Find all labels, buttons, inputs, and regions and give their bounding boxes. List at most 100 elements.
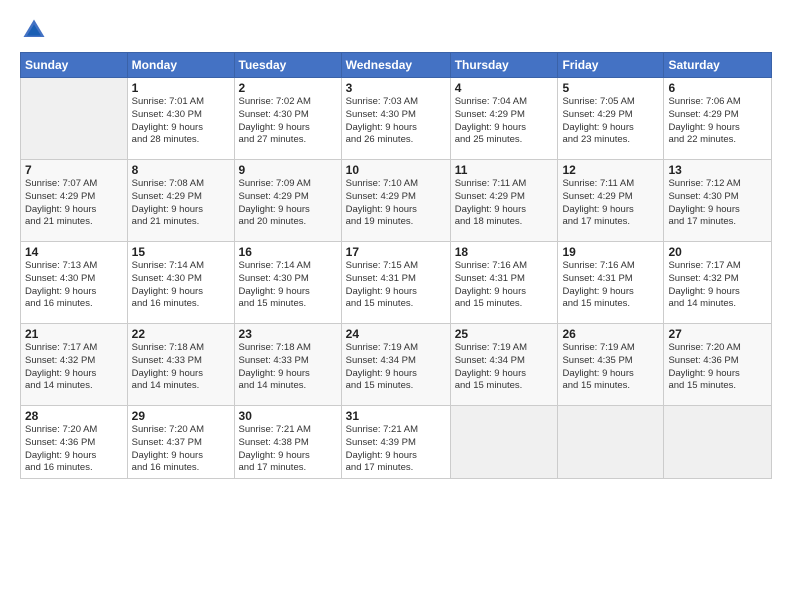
day-info: Sunrise: 7:14 AMSunset: 4:30 PMDaylight:… [132, 260, 230, 311]
weekday-header-monday: Monday [127, 53, 234, 78]
day-info: Sunrise: 7:08 AMSunset: 4:29 PMDaylight:… [132, 178, 230, 229]
day-number: 17 [346, 245, 446, 259]
day-number: 10 [346, 163, 446, 177]
day-number: 25 [455, 327, 554, 341]
header [20, 16, 772, 44]
day-number: 28 [25, 409, 123, 423]
day-number: 29 [132, 409, 230, 423]
calendar-cell: 25Sunrise: 7:19 AMSunset: 4:34 PMDayligh… [450, 324, 558, 406]
calendar-week-5: 28Sunrise: 7:20 AMSunset: 4:36 PMDayligh… [21, 406, 772, 479]
calendar-cell: 21Sunrise: 7:17 AMSunset: 4:32 PMDayligh… [21, 324, 128, 406]
day-number: 22 [132, 327, 230, 341]
day-info: Sunrise: 7:07 AMSunset: 4:29 PMDaylight:… [25, 178, 123, 229]
calendar-cell: 9Sunrise: 7:09 AMSunset: 4:29 PMDaylight… [234, 160, 341, 242]
day-info: Sunrise: 7:15 AMSunset: 4:31 PMDaylight:… [346, 260, 446, 311]
calendar-cell: 24Sunrise: 7:19 AMSunset: 4:34 PMDayligh… [341, 324, 450, 406]
day-info: Sunrise: 7:19 AMSunset: 4:34 PMDaylight:… [346, 342, 446, 393]
day-number: 1 [132, 81, 230, 95]
calendar-cell: 14Sunrise: 7:13 AMSunset: 4:30 PMDayligh… [21, 242, 128, 324]
day-number: 26 [562, 327, 659, 341]
calendar-cell: 15Sunrise: 7:14 AMSunset: 4:30 PMDayligh… [127, 242, 234, 324]
weekday-header-friday: Friday [558, 53, 664, 78]
day-number: 16 [239, 245, 337, 259]
day-number: 2 [239, 81, 337, 95]
day-info: Sunrise: 7:20 AMSunset: 4:36 PMDaylight:… [25, 424, 123, 475]
day-number: 4 [455, 81, 554, 95]
weekday-header-saturday: Saturday [664, 53, 772, 78]
day-info: Sunrise: 7:18 AMSunset: 4:33 PMDaylight:… [132, 342, 230, 393]
calendar-cell: 5Sunrise: 7:05 AMSunset: 4:29 PMDaylight… [558, 78, 664, 160]
day-info: Sunrise: 7:02 AMSunset: 4:30 PMDaylight:… [239, 96, 337, 147]
logo-icon [20, 16, 48, 44]
day-info: Sunrise: 7:21 AMSunset: 4:38 PMDaylight:… [239, 424, 337, 475]
day-info: Sunrise: 7:09 AMSunset: 4:29 PMDaylight:… [239, 178, 337, 229]
day-number: 8 [132, 163, 230, 177]
calendar-cell: 19Sunrise: 7:16 AMSunset: 4:31 PMDayligh… [558, 242, 664, 324]
day-info: Sunrise: 7:19 AMSunset: 4:35 PMDaylight:… [562, 342, 659, 393]
day-info: Sunrise: 7:03 AMSunset: 4:30 PMDaylight:… [346, 96, 446, 147]
day-info: Sunrise: 7:17 AMSunset: 4:32 PMDaylight:… [25, 342, 123, 393]
day-info: Sunrise: 7:21 AMSunset: 4:39 PMDaylight:… [346, 424, 446, 475]
day-info: Sunrise: 7:20 AMSunset: 4:37 PMDaylight:… [132, 424, 230, 475]
day-number: 15 [132, 245, 230, 259]
weekday-header-sunday: Sunday [21, 53, 128, 78]
day-info: Sunrise: 7:12 AMSunset: 4:30 PMDaylight:… [668, 178, 767, 229]
calendar-cell: 8Sunrise: 7:08 AMSunset: 4:29 PMDaylight… [127, 160, 234, 242]
calendar-cell: 13Sunrise: 7:12 AMSunset: 4:30 PMDayligh… [664, 160, 772, 242]
day-number: 18 [455, 245, 554, 259]
calendar-cell: 1Sunrise: 7:01 AMSunset: 4:30 PMDaylight… [127, 78, 234, 160]
day-number: 24 [346, 327, 446, 341]
calendar-cell: 30Sunrise: 7:21 AMSunset: 4:38 PMDayligh… [234, 406, 341, 479]
calendar-cell: 10Sunrise: 7:10 AMSunset: 4:29 PMDayligh… [341, 160, 450, 242]
day-number: 27 [668, 327, 767, 341]
day-number: 23 [239, 327, 337, 341]
weekday-header-row: SundayMondayTuesdayWednesdayThursdayFrid… [21, 53, 772, 78]
calendar-cell [21, 78, 128, 160]
calendar-cell: 27Sunrise: 7:20 AMSunset: 4:36 PMDayligh… [664, 324, 772, 406]
day-number: 7 [25, 163, 123, 177]
calendar-cell: 23Sunrise: 7:18 AMSunset: 4:33 PMDayligh… [234, 324, 341, 406]
day-number: 14 [25, 245, 123, 259]
calendar-week-3: 14Sunrise: 7:13 AMSunset: 4:30 PMDayligh… [21, 242, 772, 324]
calendar-cell: 3Sunrise: 7:03 AMSunset: 4:30 PMDaylight… [341, 78, 450, 160]
day-number: 5 [562, 81, 659, 95]
calendar-cell: 16Sunrise: 7:14 AMSunset: 4:30 PMDayligh… [234, 242, 341, 324]
day-number: 12 [562, 163, 659, 177]
day-info: Sunrise: 7:01 AMSunset: 4:30 PMDaylight:… [132, 96, 230, 147]
day-number: 6 [668, 81, 767, 95]
day-info: Sunrise: 7:16 AMSunset: 4:31 PMDaylight:… [562, 260, 659, 311]
calendar-cell: 20Sunrise: 7:17 AMSunset: 4:32 PMDayligh… [664, 242, 772, 324]
day-info: Sunrise: 7:20 AMSunset: 4:36 PMDaylight:… [668, 342, 767, 393]
calendar-cell: 18Sunrise: 7:16 AMSunset: 4:31 PMDayligh… [450, 242, 558, 324]
calendar-cell: 31Sunrise: 7:21 AMSunset: 4:39 PMDayligh… [341, 406, 450, 479]
day-info: Sunrise: 7:10 AMSunset: 4:29 PMDaylight:… [346, 178, 446, 229]
calendar-cell: 26Sunrise: 7:19 AMSunset: 4:35 PMDayligh… [558, 324, 664, 406]
calendar-cell: 6Sunrise: 7:06 AMSunset: 4:29 PMDaylight… [664, 78, 772, 160]
logo [20, 16, 50, 44]
day-number: 30 [239, 409, 337, 423]
day-number: 9 [239, 163, 337, 177]
day-info: Sunrise: 7:17 AMSunset: 4:32 PMDaylight:… [668, 260, 767, 311]
day-number: 13 [668, 163, 767, 177]
day-info: Sunrise: 7:11 AMSunset: 4:29 PMDaylight:… [562, 178, 659, 229]
calendar-week-2: 7Sunrise: 7:07 AMSunset: 4:29 PMDaylight… [21, 160, 772, 242]
day-info: Sunrise: 7:16 AMSunset: 4:31 PMDaylight:… [455, 260, 554, 311]
calendar-week-1: 1Sunrise: 7:01 AMSunset: 4:30 PMDaylight… [21, 78, 772, 160]
calendar-cell: 17Sunrise: 7:15 AMSunset: 4:31 PMDayligh… [341, 242, 450, 324]
calendar-cell [558, 406, 664, 479]
calendar-cell: 11Sunrise: 7:11 AMSunset: 4:29 PMDayligh… [450, 160, 558, 242]
day-number: 20 [668, 245, 767, 259]
calendar-cell: 2Sunrise: 7:02 AMSunset: 4:30 PMDaylight… [234, 78, 341, 160]
weekday-header-tuesday: Tuesday [234, 53, 341, 78]
day-number: 3 [346, 81, 446, 95]
day-info: Sunrise: 7:11 AMSunset: 4:29 PMDaylight:… [455, 178, 554, 229]
day-info: Sunrise: 7:14 AMSunset: 4:30 PMDaylight:… [239, 260, 337, 311]
calendar-cell [664, 406, 772, 479]
day-number: 31 [346, 409, 446, 423]
calendar-cell: 28Sunrise: 7:20 AMSunset: 4:36 PMDayligh… [21, 406, 128, 479]
day-info: Sunrise: 7:04 AMSunset: 4:29 PMDaylight:… [455, 96, 554, 147]
day-info: Sunrise: 7:19 AMSunset: 4:34 PMDaylight:… [455, 342, 554, 393]
day-info: Sunrise: 7:05 AMSunset: 4:29 PMDaylight:… [562, 96, 659, 147]
calendar-cell: 29Sunrise: 7:20 AMSunset: 4:37 PMDayligh… [127, 406, 234, 479]
weekday-header-thursday: Thursday [450, 53, 558, 78]
